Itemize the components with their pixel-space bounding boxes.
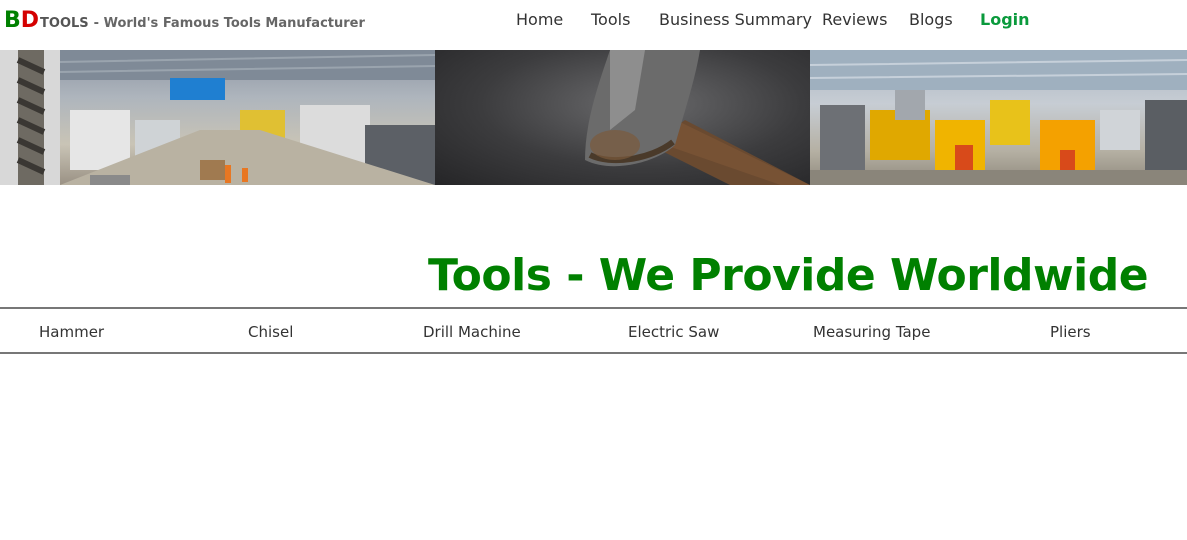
- brand-letter-d: D: [20, 8, 40, 33]
- nav-login[interactable]: Login: [980, 10, 1030, 29]
- nav-home[interactable]: Home: [516, 10, 563, 29]
- navbar: B D TOOLS - World's Famous Tools Manufac…: [0, 0, 1187, 50]
- nav-tools[interactable]: Tools: [591, 10, 630, 29]
- hammer-image: [435, 50, 810, 185]
- tab-measuring-tape[interactable]: Measuring Tape: [813, 323, 930, 341]
- brand-tools: TOOLS: [40, 16, 89, 31]
- factory-floor-image: [0, 50, 435, 185]
- tab-pliers[interactable]: Pliers: [1050, 323, 1091, 341]
- tab-drill-machine[interactable]: Drill Machine: [423, 323, 521, 341]
- nav-blogs[interactable]: Blogs: [909, 10, 953, 29]
- assembly-line-image: [810, 50, 1187, 185]
- brand-logo[interactable]: B D TOOLS - World's Famous Tools Manufac…: [4, 8, 365, 33]
- brand-tagline: - World's Famous Tools Manufacturer: [93, 16, 365, 31]
- tools-tab-bar: Hammer Chisel Drill Machine Electric Saw…: [0, 307, 1187, 354]
- nav-business-summary[interactable]: Business Summary: [659, 10, 812, 29]
- nav-reviews[interactable]: Reviews: [822, 10, 887, 29]
- hero-banner: [0, 50, 1187, 185]
- tab-hammer[interactable]: Hammer: [39, 323, 104, 341]
- brand-letter-b: B: [4, 8, 21, 33]
- tab-chisel[interactable]: Chisel: [248, 323, 293, 341]
- page-heading: Tools - We Provide Worldwide: [428, 250, 1149, 301]
- tab-electric-saw[interactable]: Electric Saw: [628, 323, 719, 341]
